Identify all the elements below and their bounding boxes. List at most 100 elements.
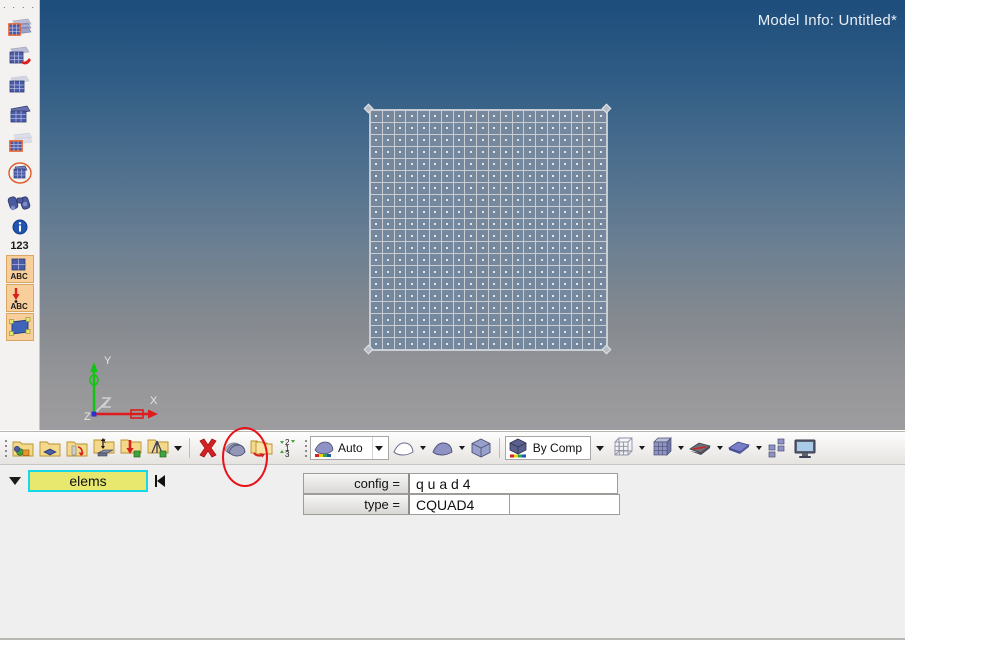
mesh-element[interactable] (453, 146, 465, 158)
mesh-element[interactable] (441, 170, 453, 182)
mesh-element[interactable] (430, 111, 441, 122)
mesh-element[interactable] (536, 134, 547, 146)
mesh-element[interactable] (371, 134, 382, 146)
tiles-icon[interactable] (765, 435, 791, 461)
mesh-element[interactable] (559, 278, 571, 290)
mesh-element[interactable] (500, 158, 512, 170)
mesh-element[interactable] (512, 302, 524, 314)
mesh-element[interactable] (559, 326, 571, 338)
mesh-element[interactable] (524, 278, 536, 290)
mesh-element[interactable] (465, 266, 477, 278)
mesh-element[interactable] (382, 206, 394, 218)
mesh-element[interactable] (500, 170, 512, 182)
mesh-element[interactable] (477, 194, 488, 206)
mesh-element[interactable] (465, 326, 477, 338)
mesh-element[interactable] (571, 290, 583, 302)
mesh-element[interactable] (489, 314, 500, 326)
mesh-element[interactable] (548, 122, 559, 134)
entity-selector[interactable]: elems (2, 470, 174, 492)
mesh-element[interactable] (453, 218, 465, 230)
mesh-element[interactable] (489, 326, 500, 338)
mesh-element[interactable] (500, 134, 512, 146)
mesh-element[interactable] (571, 158, 583, 170)
mesh-element[interactable] (418, 326, 429, 338)
mesh-element[interactable] (371, 218, 382, 230)
mesh-element[interactable] (465, 182, 477, 194)
mesh-element[interactable] (371, 290, 382, 302)
mesh-element[interactable] (477, 314, 488, 326)
mesh-element[interactable] (477, 158, 488, 170)
mesh-element[interactable] (441, 206, 453, 218)
mesh-element[interactable] (477, 218, 488, 230)
mesh-element[interactable] (394, 111, 406, 122)
mesh-element[interactable] (500, 278, 512, 290)
mesh-element[interactable] (465, 338, 477, 349)
mesh-element[interactable] (559, 254, 571, 266)
mesh-element[interactable] (406, 134, 418, 146)
mesh-element[interactable] (418, 254, 429, 266)
mesh-element[interactable] (430, 278, 441, 290)
mesh-element[interactable] (500, 194, 512, 206)
mesh-element[interactable] (371, 326, 382, 338)
mesh-element[interactable] (453, 326, 465, 338)
mesh-element[interactable] (571, 230, 583, 242)
mesh-element[interactable] (536, 254, 547, 266)
mesh-element[interactable] (512, 242, 524, 254)
mesh-element[interactable] (536, 230, 547, 242)
mesh-element[interactable] (524, 170, 536, 182)
mesh-element[interactable] (382, 158, 394, 170)
mesh-element[interactable] (418, 206, 429, 218)
collector-card-icon[interactable] (37, 435, 63, 461)
mesh-element[interactable] (453, 338, 465, 349)
mesh-element[interactable] (489, 266, 500, 278)
mesh-element[interactable] (571, 170, 583, 182)
mesh-element[interactable] (394, 158, 406, 170)
mesh-element[interactable] (524, 218, 536, 230)
collector-organize-icon[interactable] (64, 435, 90, 461)
mesh-element[interactable] (453, 242, 465, 254)
mesh-check-icon[interactable] (6, 43, 34, 71)
mesh-element[interactable] (465, 302, 477, 314)
mesh-element[interactable] (441, 218, 453, 230)
mesh-element[interactable] (524, 314, 536, 326)
mesh-element[interactable] (548, 302, 559, 314)
mesh-element[interactable] (559, 111, 571, 122)
mesh-element[interactable] (489, 206, 500, 218)
mesh-element[interactable] (382, 170, 394, 182)
config-value[interactable]: q u a d 4 (408, 473, 618, 494)
mesh-element[interactable] (406, 338, 418, 349)
mesh-element[interactable] (453, 122, 465, 134)
binoculars-icon[interactable] (6, 188, 34, 216)
mesh-element[interactable] (394, 266, 406, 278)
mesh-element[interactable] (406, 314, 418, 326)
mesh-element[interactable] (394, 290, 406, 302)
mesh-element[interactable] (548, 182, 559, 194)
shaded-element-dropdown[interactable] (753, 435, 764, 461)
mesh-element[interactable] (489, 134, 500, 146)
mesh-element[interactable] (394, 146, 406, 158)
mesh-element[interactable] (406, 206, 418, 218)
mesh-element[interactable] (406, 302, 418, 314)
mesh-element[interactable] (371, 254, 382, 266)
mesh-element[interactable] (441, 302, 453, 314)
mesh-element[interactable] (583, 314, 595, 326)
entity-selector-dropdown[interactable] (2, 470, 28, 492)
mesh-element[interactable] (559, 194, 571, 206)
rewind-icon[interactable] (148, 470, 174, 492)
mesh-element[interactable] (453, 302, 465, 314)
mesh-element[interactable] (548, 218, 559, 230)
wireframe-cube-dropdown[interactable] (636, 435, 647, 461)
mesh-element[interactable] (406, 266, 418, 278)
mesh-element[interactable] (583, 278, 595, 290)
mesh-element[interactable] (595, 266, 606, 278)
mesh-select-icon[interactable] (6, 130, 34, 158)
mesh-element[interactable] (583, 146, 595, 158)
monitor-icon[interactable] (792, 435, 818, 461)
mesh-element[interactable] (559, 314, 571, 326)
shaded-solid-icon[interactable] (468, 435, 494, 461)
shaded-surface-icon[interactable] (429, 435, 455, 461)
mesh-element[interactable] (453, 111, 465, 122)
mesh-element[interactable] (583, 182, 595, 194)
mesh-element[interactable] (595, 134, 606, 146)
mesh-element[interactable] (512, 134, 524, 146)
